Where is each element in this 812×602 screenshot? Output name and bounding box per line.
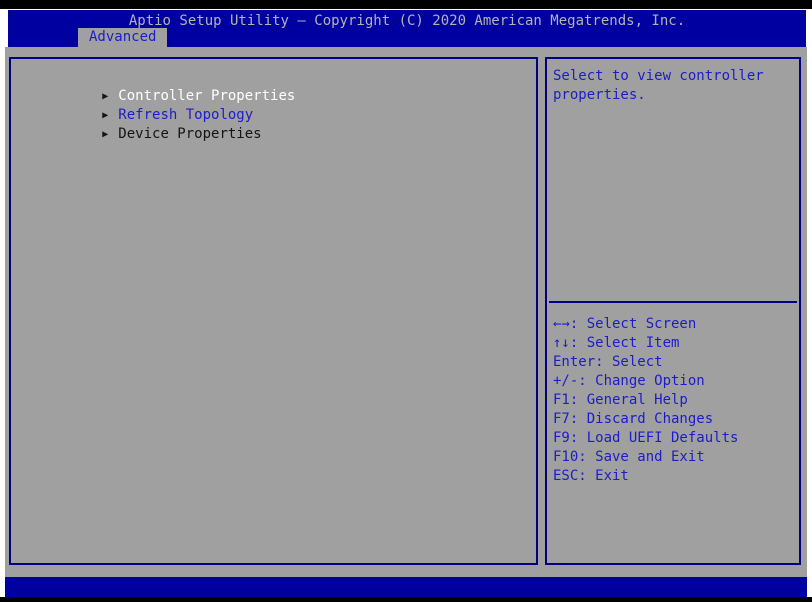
title-bar: Aptio Setup Utility – Copyright (C) 2020…: [8, 10, 806, 47]
menu-item-label: Controller Properties: [118, 88, 296, 104]
submenu-arrow-icon: ▶: [102, 110, 109, 121]
legend-item-enter-select: Enter: Select: [553, 354, 663, 370]
legend-item-save-and-exit: F10: Save and Exit: [553, 449, 705, 465]
help-divider: [549, 301, 797, 303]
submenu-arrow-icon: ▶: [102, 91, 109, 102]
help-panel: Select to view controller properties. ←→…: [545, 57, 801, 565]
menu-item-label: Refresh Topology: [118, 107, 254, 123]
tab-advanced[interactable]: Advanced: [78, 28, 168, 47]
menu-item-controller-properties[interactable]: ▶ Controller Properties: [11, 68, 536, 104]
legend-item-select-item: ↑↓: Select Item: [553, 335, 680, 351]
legend-item-change-option: +/-: Change Option: [553, 373, 705, 389]
menu-panel: ▶ Controller Properties ▶ Refresh Topology…: [9, 57, 538, 565]
bios-setup-screen: Aptio Setup Utility – Copyright (C) 2020…: [0, 0, 812, 602]
app-title: Aptio Setup Utility – Copyright (C) 2020…: [128, 13, 686, 29]
legend-item-esc-exit: ESC: Exit: [553, 468, 629, 484]
help-text: Select to view controller properties.: [553, 68, 764, 103]
legend-item-discard-changes: F7: Discard Changes: [553, 411, 714, 427]
menu-item-label: Device Properties: [118, 126, 262, 142]
legend-item-select-screen: ←→: Select Screen: [553, 316, 697, 332]
submenu-arrow-icon: ▶: [102, 129, 109, 140]
version-bar: Version 2.20.1275. Copyright (C) 2020 Am…: [5, 577, 807, 602]
content-area: ▶ Controller Properties ▶ Refresh Topology…: [5, 47, 807, 577]
legend-item-general-help: F1: General Help: [553, 392, 688, 408]
menu-list: ▶ Controller Properties ▶ Refresh Topology…: [11, 59, 536, 142]
bottom-border: [0, 597, 812, 602]
top-border: [0, 0, 812, 9]
legend-item-load-uefi-defaults: F9: Load UEFI Defaults: [553, 430, 739, 446]
key-legend: ←→: Select Screen ↑↓: Select Item Enter:…: [553, 315, 797, 486]
